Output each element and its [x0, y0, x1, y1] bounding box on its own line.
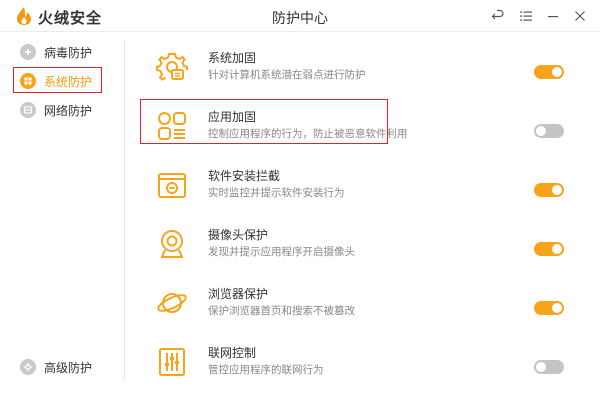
feature-title: 摄像头保护: [208, 228, 269, 242]
minimize-button[interactable]: [543, 6, 563, 26]
install-box-icon: [156, 169, 188, 201]
network-control-toggle[interactable]: [534, 360, 564, 374]
sidebar-item-label: 病毒防护: [44, 45, 93, 60]
sidebar-divider: [124, 40, 125, 380]
back-button[interactable]: [488, 6, 508, 26]
feature-desc: 保护浏览器首页和搜索不被篡改: [208, 305, 355, 317]
feature-desc: 发现并提示应用程序开启摄像头: [208, 246, 355, 258]
install-intercept-toggle[interactable]: [534, 183, 564, 197]
gear-icon: [20, 359, 36, 375]
feature-row-system-hardening: 系统加固 针对计算机系统潜在弱点进行防护: [150, 45, 580, 95]
browser-protection-toggle[interactable]: [534, 301, 564, 315]
menu-icon: [520, 11, 532, 21]
camera-protection-toggle[interactable]: [534, 242, 564, 256]
app-hardening-toggle[interactable]: [534, 124, 564, 138]
feature-desc: 管控应用程序的联网行为: [208, 364, 324, 376]
minimize-icon: [548, 16, 558, 18]
feature-row-camera-protection: 摄像头保护 发现并提示应用程序开启摄像头: [150, 222, 580, 272]
logo-flame-icon: [17, 7, 31, 25]
feature-row-network-control: 联网控制 管控应用程序的联网行为: [150, 340, 580, 390]
sidebar-item-network-protection[interactable]: 网络防护: [14, 99, 118, 121]
title-bar: 火绒安全 防护中心: [0, 0, 600, 32]
gear-shield-icon: [156, 51, 188, 83]
app-title: 火绒安全: [38, 10, 103, 27]
sidebar-item-virus-protection[interactable]: 病毒防护: [14, 41, 118, 63]
feature-desc: 针对计算机系统潜在弱点进行防护: [208, 69, 366, 81]
feature-highlight-box: [140, 99, 388, 144]
menu-button[interactable]: [516, 6, 536, 26]
feature-desc: 实时监控并提示软件安装行为: [208, 187, 345, 199]
close-button[interactable]: [570, 6, 590, 26]
close-icon: [575, 11, 585, 21]
selection-highlight: [13, 67, 102, 93]
feature-title: 联网控制: [208, 346, 257, 360]
plus-circle-icon: [20, 44, 36, 60]
feature-row-browser-protection: 浏览器保护 保护浏览器首页和搜索不被篡改: [150, 281, 580, 331]
globe-icon: [20, 102, 36, 118]
system-hardening-toggle[interactable]: [534, 65, 564, 79]
sliders-icon: [156, 346, 188, 378]
back-icon: [491, 9, 504, 20]
feature-title: 软件安装拦截: [208, 169, 281, 183]
sidebar-item-label: 高级防护: [44, 360, 93, 375]
feature-title: 系统加固: [208, 51, 257, 65]
feature-title: 浏览器保护: [208, 287, 269, 301]
webcam-icon: [156, 228, 188, 260]
feature-row-install-intercept: 软件安装拦截 实时监控并提示软件安装行为: [150, 163, 580, 213]
sidebar-item-advanced-protection[interactable]: 高级防护: [14, 356, 118, 378]
planet-icon: [156, 287, 188, 319]
sidebar-item-label: 网络防护: [44, 103, 93, 118]
